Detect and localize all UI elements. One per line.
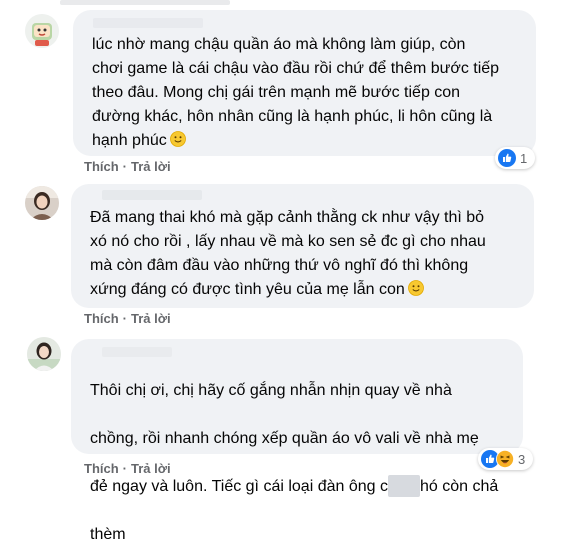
comment-line-1: Thôi chị ơi, chị hãy cố gắng nhẫn nhịn q… xyxy=(90,382,452,399)
like-button[interactable]: Thích xyxy=(84,159,119,174)
comment-line-4: thèm xyxy=(90,526,126,543)
comment-bubble: Đã mang thai khó mà gặp cảnh thằng ck nh… xyxy=(71,184,534,308)
reaction-summary[interactable]: 1 xyxy=(495,147,535,169)
comment-line-2: chồng, rồi nhanh chóng xếp quần áo vô va… xyxy=(90,430,479,447)
reaction-summary[interactable]: 3 xyxy=(478,448,533,470)
avatar[interactable] xyxy=(27,337,61,371)
reply-button[interactable]: Trả lời xyxy=(131,461,171,476)
comment-line-3a: đẻ ngay và luôn. Tiếc gì cái loại đàn ôn… xyxy=(90,478,388,495)
comment-bubble: Thôi chị ơi, chị hãy cố gắng nhẫn nhịn q… xyxy=(71,339,523,543)
comment-body: lúc nhờ mang chậu quần áo mà không làm g… xyxy=(92,36,500,149)
comment-actions: Thích · Trả lời xyxy=(84,461,171,476)
haha-reaction-icon xyxy=(496,450,514,468)
commenter-name-blurred xyxy=(93,18,203,28)
avatar[interactable] xyxy=(25,186,59,220)
profile-photo-icon xyxy=(27,337,61,371)
cartoon-avatar-icon xyxy=(25,14,59,48)
comment-body: Đã mang thai khó mà gặp cảnh thằng ck nh… xyxy=(90,209,486,298)
slightly-smiling-face-icon xyxy=(407,280,424,296)
reaction-count: 1 xyxy=(520,150,528,166)
slightly-smiling-face-icon xyxy=(169,131,186,147)
reply-button[interactable]: Trả lời xyxy=(131,159,171,174)
comment-text: Thôi chị ơi, chị hãy cố gắng nhẫn nhịn q… xyxy=(90,355,498,547)
avatar[interactable] xyxy=(25,14,59,48)
comment-bubble: lúc nhờ mang chậu quần áo mà không làm g… xyxy=(73,10,536,156)
like-button[interactable]: Thích xyxy=(84,311,119,326)
reply-button[interactable]: Trả lời xyxy=(131,311,171,326)
reaction-count: 3 xyxy=(518,451,526,467)
censored-word-block xyxy=(387,475,420,497)
comment-text: lúc nhờ mang chậu quần áo mà không làm g… xyxy=(92,33,499,153)
commenter-name-blurred xyxy=(102,190,202,200)
comment-line-3b: hó còn chả xyxy=(419,478,499,495)
comment-actions: Thích · Trả lời xyxy=(84,311,171,326)
comment-text: Đã mang thai khó mà gặp cảnh thằng ck nh… xyxy=(90,206,486,302)
comment-actions: Thích · Trả lời xyxy=(84,159,171,174)
profile-photo-icon xyxy=(25,186,59,220)
previous-comment-actions-strip xyxy=(0,0,580,6)
blurred-text xyxy=(60,0,230,5)
like-button[interactable]: Thích xyxy=(84,461,119,476)
like-reaction-icon xyxy=(498,149,516,167)
